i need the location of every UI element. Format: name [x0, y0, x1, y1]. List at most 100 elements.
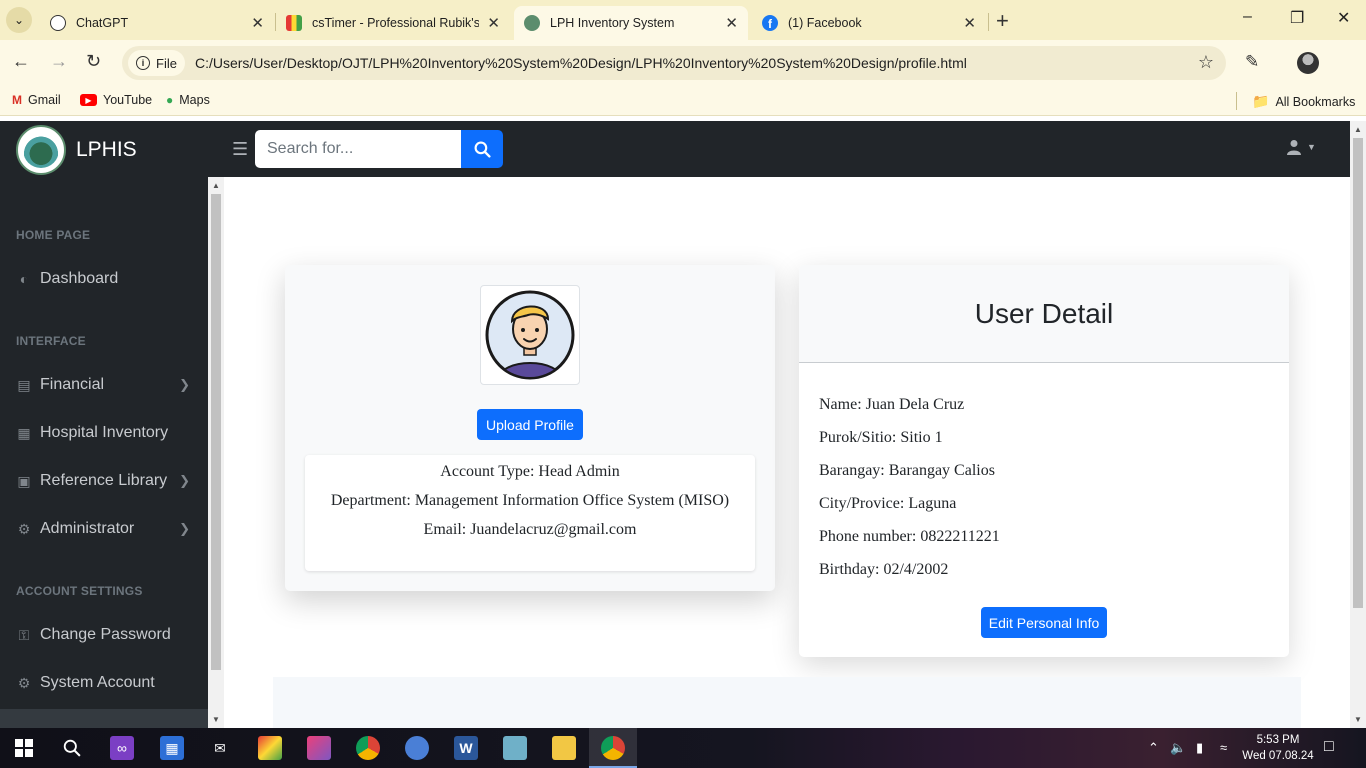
- windows-taskbar: ∞ ▦ ✉ W ⌃ 🔈 ▮ ≈ 5:53 PM Wed 07.08.24 □: [0, 728, 1366, 768]
- search-icon: [474, 141, 491, 158]
- money-icon: ▤: [17, 376, 31, 393]
- profile-avatar: [480, 285, 580, 385]
- sidebar-heading: ACCOUNT SETTINGS: [16, 584, 143, 598]
- tab-cstimer[interactable]: csTimer - Professional Rubik's C ✕: [276, 6, 510, 40]
- file-explorer-icon[interactable]: [552, 736, 576, 760]
- user-detail-header: User Detail: [799, 265, 1289, 363]
- sidebar-toggle-icon[interactable]: ☰: [232, 139, 248, 160]
- user-detail-card: User Detail Name: Juan Dela Cruz Purok/S…: [799, 265, 1289, 657]
- book-icon: ▣: [17, 472, 31, 489]
- browser-profile-avatar[interactable]: [1297, 52, 1319, 74]
- store-icon[interactable]: ▦: [160, 736, 184, 760]
- sidebar-item-administrator[interactable]: ⚙ Administrator ❯: [16, 520, 192, 538]
- notifications-icon[interactable]: □: [1324, 738, 1334, 756]
- scroll-down-icon[interactable]: ▼: [1354, 715, 1362, 724]
- sidebar-item-label: Change Password: [40, 626, 171, 643]
- bookmark-youtube[interactable]: ▶ YouTube: [80, 93, 152, 107]
- scroll-down-icon[interactable]: ▼: [212, 715, 220, 724]
- chromium-icon[interactable]: [405, 736, 429, 760]
- bookmark-maps[interactable]: ● Maps: [166, 93, 210, 107]
- gmail-icon: M: [12, 93, 22, 107]
- tab-chatgpt[interactable]: ChatGPT ✕: [40, 6, 274, 40]
- edit-personal-info-button[interactable]: Edit Personal Info: [981, 607, 1107, 638]
- tab-lph-inventory[interactable]: LPH Inventory System ✕: [514, 6, 748, 40]
- sidebar-scrollbar[interactable]: ▲ ▼: [208, 177, 224, 728]
- main-content: Upload Profile Account Type: Head Admin …: [224, 177, 1350, 728]
- chevron-right-icon: ❯: [179, 521, 190, 536]
- word-icon[interactable]: W: [454, 736, 478, 760]
- page-footer: [273, 677, 1301, 728]
- scroll-up-icon[interactable]: ▲: [212, 181, 220, 190]
- notepad-icon[interactable]: [503, 736, 527, 760]
- back-icon[interactable]: ←: [12, 51, 30, 72]
- visual-studio-icon[interactable]: ∞: [110, 736, 134, 760]
- page-scrollbar[interactable]: ▲ ▼: [1350, 121, 1366, 728]
- reload-icon[interactable]: ↻: [86, 51, 101, 72]
- close-tab-icon[interactable]: ✕: [725, 14, 738, 32]
- sidebar-item-financial[interactable]: ▤ Financial ❯: [16, 376, 192, 394]
- close-tab-icon[interactable]: ✕: [963, 14, 976, 32]
- close-tab-icon[interactable]: ✕: [487, 14, 500, 32]
- extensions-icon[interactable]: ✎: [1245, 52, 1259, 72]
- upload-profile-button[interactable]: Upload Profile: [477, 409, 583, 440]
- sidebar-item-label: System Account: [40, 674, 155, 691]
- bookmark-label: Maps: [179, 93, 210, 107]
- email: Email: Juandelacruz@gmail.com: [423, 521, 637, 538]
- search-button[interactable]: [461, 130, 503, 168]
- windows-start-icon[interactable]: [12, 736, 36, 760]
- sidebar-item-label: Administrator: [40, 520, 135, 537]
- game-icon[interactable]: [258, 736, 282, 760]
- battery-icon[interactable]: ▮: [1196, 740, 1203, 756]
- facebook-icon: f: [762, 15, 778, 31]
- close-window-icon[interactable]: ✕: [1337, 8, 1350, 28]
- user-avatar-icon: [485, 290, 575, 380]
- search-bar: [255, 130, 503, 168]
- search-input[interactable]: [255, 130, 461, 168]
- all-bookmarks-label: All Bookmarks: [1275, 94, 1356, 109]
- user-icon: [1287, 140, 1301, 155]
- page-scroll-thumb[interactable]: [1353, 138, 1363, 608]
- sidebar-item-hospital-inventory[interactable]: ▦ Hospital Inventory: [16, 424, 192, 442]
- sidebar-item-change-password[interactable]: ⚿ Change Password: [16, 626, 192, 644]
- tab-search-chevron-icon[interactable]: ⌄: [6, 7, 32, 33]
- close-tab-icon[interactable]: ✕: [251, 14, 264, 32]
- game-icon[interactable]: [307, 736, 331, 760]
- clock-time: 5:53 PM: [1256, 734, 1300, 746]
- volume-icon[interactable]: 🔈: [1170, 740, 1186, 756]
- sidebar: HOME PAGE ◐ Dashboard INTERFACE ▤ Financ…: [0, 177, 208, 728]
- user-dropdown[interactable]: ▼: [1286, 139, 1316, 155]
- chevron-right-icon: ❯: [179, 473, 190, 488]
- maps-icon: ●: [166, 93, 174, 107]
- chevron-up-icon[interactable]: ⌃: [1148, 740, 1159, 756]
- forward-icon[interactable]: →: [50, 51, 68, 72]
- sidebar-item-reference-library[interactable]: ▣ Reference Library ❯: [16, 472, 192, 490]
- chrome-icon[interactable]: [356, 736, 380, 760]
- chrome-icon[interactable]: [601, 736, 625, 760]
- scroll-up-icon[interactable]: ▲: [1354, 125, 1362, 134]
- lph-logo: [16, 125, 66, 175]
- tab-facebook[interactable]: f (1) Facebook ✕: [752, 6, 986, 40]
- sidebar-item-label: Reference Library: [40, 472, 168, 489]
- browser-toolbar: ← → ↻ i File C:/Users/User/Desktop/OJT/L…: [0, 40, 1366, 86]
- sidebar-item-system-account[interactable]: ⚙ System Account: [16, 674, 192, 692]
- restore-icon[interactable]: ❐: [1290, 8, 1304, 28]
- site-info-chip[interactable]: i File: [128, 50, 185, 76]
- key-icon: ⚿: [18, 626, 30, 643]
- sidebar-item-dashboard[interactable]: ◐ Dashboard: [16, 270, 192, 288]
- sidebar-item-label: Hospital Inventory: [40, 424, 169, 441]
- department: Department: Management Information Offic…: [330, 492, 730, 509]
- wifi-icon[interactable]: ≈: [1220, 740, 1227, 755]
- address-bar[interactable]: i File C:/Users/User/Desktop/OJT/LPH%20I…: [122, 46, 1226, 80]
- search-icon[interactable]: [60, 736, 84, 760]
- tab-title: LPH Inventory System: [550, 16, 675, 30]
- sidebar-scroll-thumb[interactable]: [211, 194, 221, 670]
- bookmark-star-icon[interactable]: ☆: [1198, 52, 1214, 73]
- bookmark-gmail[interactable]: M Gmail: [12, 93, 61, 107]
- new-tab-icon[interactable]: +: [996, 8, 1009, 34]
- all-bookmarks[interactable]: 📁 All Bookmarks: [1252, 93, 1355, 110]
- minimize-icon[interactable]: –: [1243, 8, 1252, 26]
- brand-name[interactable]: LPHIS: [76, 138, 137, 162]
- mail-icon[interactable]: ✉: [208, 736, 232, 760]
- taskbar-clock[interactable]: 5:53 PM Wed 07.08.24: [1238, 732, 1318, 764]
- url-text[interactable]: C:/Users/User/Desktop/OJT/LPH%20Inventor…: [195, 55, 967, 71]
